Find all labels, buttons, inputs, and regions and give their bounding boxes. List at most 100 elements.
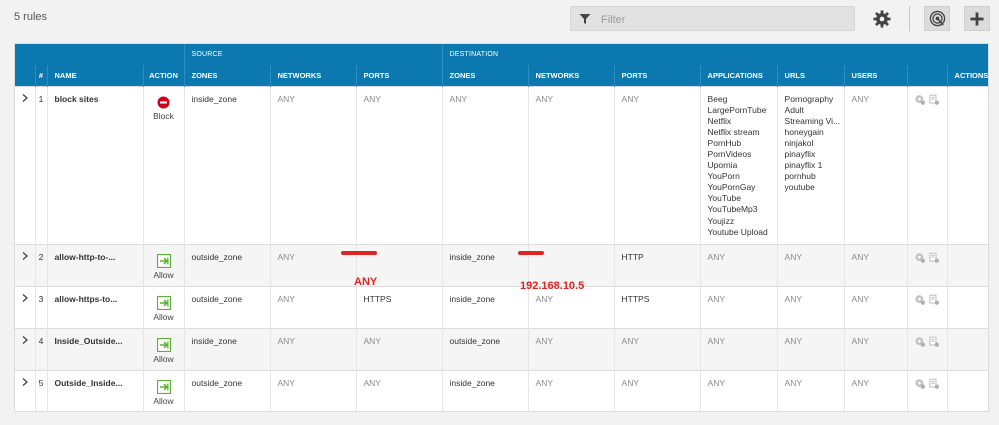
- cell-dst-networks[interactable]: ANY: [527, 327, 615, 370]
- cell-urls[interactable]: Pornography Adult Streaming Vi... honeygain…: [776, 85, 845, 244]
- rule-action[interactable]: Block: [142, 85, 184, 244]
- header-src-ports[interactable]: PORTS: [355, 65, 443, 86]
- cell-applications[interactable]: Beeg LargePornTube Netflix Netflix stream Po…: [699, 85, 778, 244]
- rule-name[interactable]: Outside_Inside...: [46, 369, 143, 411]
- cell-urls[interactable]: ANY: [776, 369, 845, 411]
- url-item: honeygain: [784, 126, 824, 137]
- header-group-source: SOURCE: [183, 44, 443, 65]
- table-row[interactable]: 1 block sites Block inside_zone ANY ANY ANY ANY…: [15, 85, 988, 244]
- table-row[interactable]: 4 Inside_Outside... Allow inside_zone ANY ANY…: [15, 327, 988, 370]
- cell-src-networks[interactable]: ANY: [269, 285, 356, 328]
- cell-dst-zones[interactable]: inside_zone: [441, 369, 529, 411]
- cell-applications[interactable]: ANY: [699, 285, 778, 328]
- cell-applications[interactable]: ANY: [699, 327, 778, 370]
- cell-applications[interactable]: ANY: [699, 369, 778, 411]
- rule-action[interactable]: Allow: [142, 285, 184, 328]
- expand-toggle[interactable]: [15, 243, 35, 286]
- cell-src-ports[interactable]: ANY: [355, 369, 443, 411]
- cell-dst-ports[interactable]: ANY: [613, 369, 701, 411]
- header-dst-ports[interactable]: PORTS: [613, 65, 701, 86]
- cell-src-zones[interactable]: inside_zone: [183, 327, 270, 370]
- header-dst-networks[interactable]: NETWORKS: [527, 65, 615, 86]
- header-action[interactable]: ACTION: [142, 65, 184, 86]
- header-name[interactable]: NAME: [46, 65, 143, 86]
- cell-dst-networks[interactable]: ANY: [527, 285, 615, 328]
- intrusion-policy-icon[interactable]: [914, 94, 926, 106]
- rule-name[interactable]: allow-http-to-...: [46, 243, 143, 286]
- table-row[interactable]: 5 Outside_Inside... Allow outside_zone ANY AN…: [15, 369, 988, 411]
- rule-name[interactable]: allow-https-to...: [46, 285, 143, 328]
- intrusion-policy-icon[interactable]: [914, 336, 926, 348]
- header-dst-zones[interactable]: ZONES: [441, 65, 529, 86]
- cell-dst-networks[interactable]: ANY: [527, 85, 615, 244]
- intrusion-policy-icon[interactable]: [914, 294, 926, 306]
- cell-dst-ports[interactable]: ANY: [613, 327, 701, 370]
- header-src-zones[interactable]: ZONES: [183, 65, 270, 86]
- rule-action[interactable]: Allow: [142, 369, 184, 411]
- cell-src-zones[interactable]: outside_zone: [183, 243, 270, 286]
- logging-icon[interactable]: [929, 94, 940, 106]
- cell-users[interactable]: ANY: [843, 369, 908, 411]
- rule-action[interactable]: Allow: [142, 243, 184, 286]
- rule-action[interactable]: Allow: [142, 327, 184, 370]
- rule-name[interactable]: Inside_Outside...: [46, 327, 143, 370]
- application-item: Netflix: [707, 115, 732, 126]
- cell-actions[interactable]: [946, 327, 988, 370]
- cell-src-networks[interactable]: ANY: [269, 327, 356, 370]
- cell-users[interactable]: ANY: [843, 85, 908, 244]
- cell-src-ports[interactable]: ANY: [355, 85, 443, 244]
- expand-toggle[interactable]: [15, 327, 35, 370]
- cell-users[interactable]: ANY: [843, 327, 908, 370]
- header-applications[interactable]: APPLICATIONS: [699, 65, 778, 86]
- cell-urls[interactable]: ANY: [776, 243, 845, 286]
- header-urls[interactable]: URLS: [776, 65, 845, 86]
- cell-src-zones[interactable]: inside_zone: [183, 85, 270, 244]
- cell-dst-networks[interactable]: ANY: [527, 369, 615, 411]
- cell-dst-ports[interactable]: ANY: [613, 85, 701, 244]
- logging-icon[interactable]: [929, 294, 940, 306]
- header-src-networks[interactable]: NETWORKS: [269, 65, 356, 86]
- header-users[interactable]: USERS: [843, 65, 908, 86]
- expand-toggle[interactable]: [15, 285, 35, 328]
- cell-dst-ports[interactable]: HTTP: [613, 243, 701, 286]
- cell-urls[interactable]: ANY: [776, 327, 845, 370]
- header-actions: ACTIONS: [946, 65, 988, 86]
- cell-dst-ports[interactable]: HTTPS: [613, 285, 701, 328]
- filter-input[interactable]: [599, 10, 843, 30]
- cell-src-zones[interactable]: outside_zone: [183, 285, 270, 328]
- url-item: ninjakol: [784, 137, 814, 148]
- cell-src-ports[interactable]: ANY: [355, 327, 443, 370]
- cell-applications[interactable]: ANY: [699, 243, 778, 286]
- settings-button[interactable]: [869, 6, 895, 31]
- header-num[interactable]: #: [34, 65, 47, 86]
- cell-src-networks[interactable]: ANY: [269, 85, 356, 244]
- logging-icon[interactable]: [929, 378, 940, 390]
- logging-icon[interactable]: [929, 336, 940, 348]
- cell-actions[interactable]: [946, 85, 988, 244]
- url-item: Streaming Vi...: [784, 115, 841, 126]
- rule-name[interactable]: block sites: [46, 85, 143, 244]
- add-rule-button[interactable]: [964, 6, 990, 31]
- cell-src-networks[interactable]: ANY: [269, 369, 356, 411]
- cell-urls[interactable]: ANY: [776, 285, 845, 328]
- cell-dst-zones[interactable]: inside_zone: [441, 243, 529, 286]
- cell-dst-zones[interactable]: inside_zone: [441, 285, 529, 328]
- cell-actions[interactable]: [946, 285, 988, 328]
- table-row[interactable]: 3 allow-https-to... Allow outside_zone ANY HT…: [15, 285, 988, 328]
- expand-toggle[interactable]: [15, 85, 35, 244]
- cell-dst-zones[interactable]: outside_zone: [441, 327, 529, 370]
- cell-src-ports[interactable]: HTTPS: [355, 285, 443, 328]
- filter-box[interactable]: [570, 6, 855, 31]
- intrusion-policy-icon[interactable]: [914, 378, 926, 390]
- cell-dst-zones[interactable]: ANY: [441, 85, 529, 244]
- cell-actions[interactable]: [946, 369, 988, 411]
- table-row[interactable]: 2 allow-http-to-... Allow outside_zone ANY in…: [15, 243, 988, 286]
- cell-actions[interactable]: [946, 243, 988, 286]
- cell-src-zones[interactable]: outside_zone: [183, 369, 270, 411]
- logging-icon[interactable]: [929, 252, 940, 264]
- cell-users[interactable]: ANY: [843, 285, 908, 328]
- intrusion-policy-icon[interactable]: [914, 252, 926, 264]
- cell-users[interactable]: ANY: [843, 243, 908, 286]
- deploy-button[interactable]: [924, 6, 950, 31]
- expand-toggle[interactable]: [15, 369, 35, 411]
